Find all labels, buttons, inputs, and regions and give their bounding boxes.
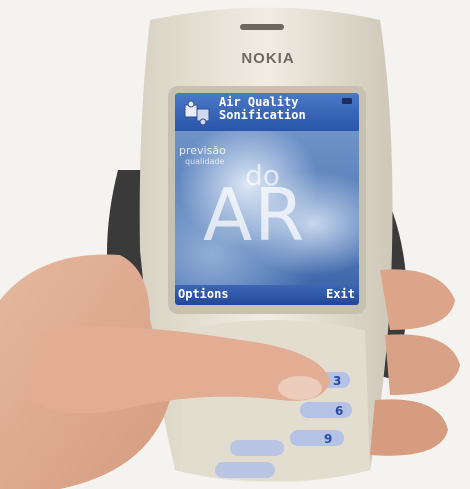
key-glow bbox=[300, 402, 352, 418]
splash-line-previsao: previsão bbox=[179, 144, 226, 157]
battery-icon bbox=[342, 98, 352, 104]
key-6: 6 bbox=[335, 404, 344, 418]
app-title: Air Quality Sonification bbox=[219, 95, 306, 122]
key-3: 3 bbox=[333, 374, 342, 388]
softkey-bar: Options Exit bbox=[175, 285, 359, 305]
key-glow bbox=[290, 430, 344, 446]
key-glow bbox=[215, 462, 275, 478]
phone-screen: Air Quality Sonification previsão qualid… bbox=[175, 93, 359, 305]
splash-line-ar: AR bbox=[203, 173, 307, 257]
options-softkey[interactable]: Options bbox=[178, 287, 229, 301]
puzzle-icon bbox=[184, 100, 210, 126]
thumbnail bbox=[278, 376, 322, 400]
splash-image: previsão qualidade do AR bbox=[175, 131, 359, 285]
splash-line-qualidade: qualidade bbox=[185, 157, 225, 166]
speaker-grill bbox=[240, 24, 284, 30]
brand-logo: NOKIA bbox=[241, 50, 295, 67]
key-glow bbox=[230, 440, 284, 456]
screen-header: Air Quality Sonification bbox=[175, 93, 359, 131]
exit-softkey[interactable]: Exit bbox=[326, 287, 355, 301]
key-9: 9 bbox=[324, 432, 333, 446]
